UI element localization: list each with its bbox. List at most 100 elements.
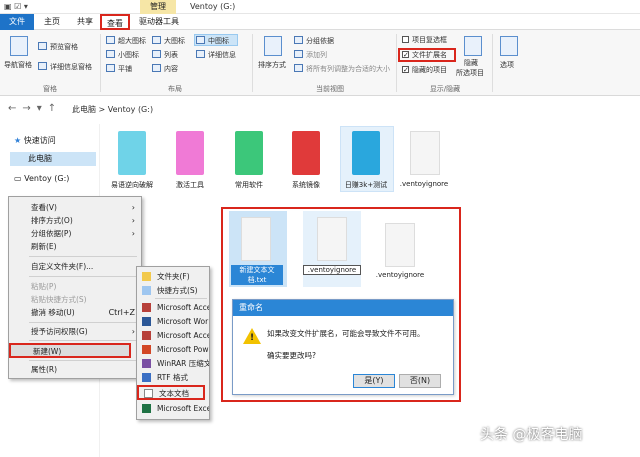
- hide-selected-icon: [464, 36, 482, 56]
- layout-small[interactable]: 小图标: [118, 50, 139, 60]
- layout-details[interactable]: 详细信息: [208, 50, 236, 60]
- powerpoint-icon: [142, 345, 151, 354]
- sidebar-item-quick-access[interactable]: ★ 快速访问: [14, 134, 56, 148]
- tab-share[interactable]: 共享: [70, 14, 100, 30]
- folder-icon[interactable]: [176, 131, 204, 175]
- watermark: 头条 @极客电脑: [480, 427, 583, 443]
- file-icon[interactable]: [317, 217, 347, 261]
- ribbon-tabs: 文件 主页 共享 查看 驱动器工具: [0, 14, 640, 30]
- menu-item-customize[interactable]: 自定义文件夹(F)...: [9, 260, 141, 273]
- rename-field-1[interactable]: 新建文本文档.txt: [231, 265, 283, 285]
- submenu-winrar[interactable]: WinRAR 压缩文: [137, 357, 209, 370]
- submenu-word[interactable]: Microsoft Wor: [137, 315, 209, 328]
- preview-pane-icon: [38, 42, 47, 50]
- ribbon: 导航窗格 预览窗格 详细信息窗格 窗格 超大图标 小图标 平铺 大图标 列表 内…: [0, 30, 640, 96]
- tab-file[interactable]: 文件: [0, 14, 34, 30]
- add-columns-button[interactable]: 添加列: [306, 50, 327, 60]
- yes-button[interactable]: 是(Y): [353, 374, 395, 388]
- file-label: 系统镜像: [292, 181, 320, 189]
- menu-item-properties[interactable]: 属性(R): [9, 363, 141, 376]
- menu-item-paste-shortcut[interactable]: 粘贴快捷方式(S): [9, 293, 141, 306]
- submenu-folder[interactable]: 文件夹(F): [137, 270, 209, 283]
- menu-item-paste[interactable]: 粘贴(P): [9, 280, 141, 293]
- no-button[interactable]: 否(N): [399, 374, 441, 388]
- group-by-icon: [294, 36, 303, 44]
- file-label: 常用软件: [235, 181, 263, 189]
- nav-arrows[interactable]: ←→▾↑: [8, 103, 62, 114]
- layout-tiles[interactable]: 平铺: [118, 64, 132, 74]
- layout-medium[interactable]: 中图标: [208, 36, 229, 46]
- options-icon: [500, 36, 518, 56]
- menu-item-new[interactable]: 新建(W): [9, 343, 131, 358]
- hidden-items-checkbox[interactable]: ✓: [402, 66, 409, 74]
- folder-icon[interactable]: [292, 131, 320, 175]
- layout-large[interactable]: 大图标: [164, 36, 185, 46]
- file-extensions-checkbox[interactable]: ✓: [402, 51, 409, 59]
- menu-item-refresh[interactable]: 刷新(E): [9, 240, 141, 253]
- new-submenu: 文件夹(F) 快捷方式(S) Microsoft Acce Microsoft …: [136, 266, 210, 420]
- tab-view[interactable]: 查看: [100, 14, 130, 30]
- star-icon: ★: [14, 136, 24, 145]
- folder-icon[interactable]: [118, 131, 146, 175]
- details-pane-button[interactable]: 详细信息窗格: [50, 62, 92, 72]
- list-icon: [152, 50, 161, 58]
- menu-item-sort[interactable]: 排序方式(O) ›: [9, 214, 141, 227]
- add-columns-icon: [294, 50, 303, 58]
- medium-icons-icon: [196, 36, 205, 44]
- word-icon: [142, 317, 151, 326]
- menu-item-grant-access[interactable]: 授予访问权限(G) ›: [9, 325, 141, 338]
- layout-list[interactable]: 列表: [164, 50, 178, 60]
- details-icon: [196, 50, 205, 58]
- fit-columns-button[interactable]: 将所有列调整为合适的大小: [306, 64, 390, 74]
- nav-pane-button[interactable]: 导航窗格: [4, 60, 32, 70]
- fit-columns-icon: [294, 64, 303, 72]
- file-icon[interactable]: [410, 131, 440, 175]
- quick-access-toolbar[interactable]: ▣ ☑ ▾: [4, 2, 28, 11]
- large-icons-icon: [152, 36, 161, 44]
- submenu-access-1[interactable]: Microsoft Acce: [137, 301, 209, 314]
- tab-drive-tools[interactable]: 驱动器工具: [134, 14, 184, 30]
- tab-home[interactable]: 主页: [36, 14, 68, 30]
- submenu-access-2[interactable]: Microsoft Acce: [137, 329, 209, 342]
- dialog-message: 如果改变文件扩展名，可能会导致文件不可用。: [267, 329, 425, 338]
- menu-item-undo[interactable]: 撤消 移动(U) Ctrl+Z: [9, 306, 141, 319]
- breadcrumb[interactable]: 此电脑 > Ventoy (G:): [72, 104, 153, 115]
- chevron-right-icon: ›: [131, 327, 135, 336]
- file-icon[interactable]: [241, 217, 271, 261]
- file-label: 日赚3k+测试: [344, 181, 388, 189]
- submenu-rtf[interactable]: RTF 格式: [137, 371, 209, 384]
- sort-by-button[interactable]: 排序方式: [258, 60, 286, 70]
- access-icon: [142, 303, 151, 312]
- options-button[interactable]: 选项: [500, 60, 514, 70]
- item-checkboxes-label: 项目复选框: [412, 36, 447, 44]
- file-extensions-label: 文件扩展名: [412, 51, 447, 59]
- sidebar-item-this-pc[interactable]: 此电脑: [10, 152, 96, 166]
- sidebar-item-ventoy[interactable]: ▭ Ventoy (G:): [14, 172, 69, 186]
- submenu-powerpoint[interactable]: Microsoft Pow: [137, 343, 209, 356]
- group-by-button[interactable]: 分组依据: [306, 36, 334, 46]
- folder-icon[interactable]: [235, 131, 263, 175]
- layout-xlarge[interactable]: 超大图标: [118, 36, 146, 46]
- hide-selected-button[interactable]: 隐藏: [464, 58, 478, 68]
- submenu-shortcut[interactable]: 快捷方式(S): [137, 284, 209, 297]
- content-icon: [152, 64, 161, 72]
- folder-icon[interactable]: [352, 131, 380, 175]
- file-icon[interactable]: [385, 223, 415, 267]
- context-menu: 查看(V) › 排序方式(O) › 分组依据(P) › 刷新(E) 自定义文件夹(F)…: [8, 196, 142, 379]
- rename-field-2[interactable]: .ventoyignore: [303, 265, 361, 275]
- rename-dialog: 重命名 ! 如果改变文件扩展名，可能会导致文件不可用。 确实要更改吗? 是(Y)…: [232, 299, 454, 395]
- layout-content[interactable]: 内容: [164, 64, 178, 74]
- excel-icon: [142, 404, 151, 413]
- submenu-excel[interactable]: Microsoft Exce: [137, 402, 209, 415]
- menu-item-view[interactable]: 查看(V) ›: [9, 201, 141, 214]
- group-show-hide-label: 显示/隐藏: [429, 85, 461, 93]
- winrar-icon: [142, 359, 151, 368]
- submenu-text-document[interactable]: 文本文档: [137, 385, 205, 400]
- group-panes-label: 窗格: [43, 85, 57, 93]
- chevron-right-icon: ›: [131, 229, 135, 238]
- item-checkboxes-checkbox[interactable]: [402, 36, 409, 43]
- preview-pane-button[interactable]: 预览窗格: [50, 42, 78, 52]
- manage-contextual-tab[interactable]: 管理: [140, 0, 176, 14]
- menu-item-group[interactable]: 分组依据(P) ›: [9, 227, 141, 240]
- text-file-icon: [144, 389, 153, 398]
